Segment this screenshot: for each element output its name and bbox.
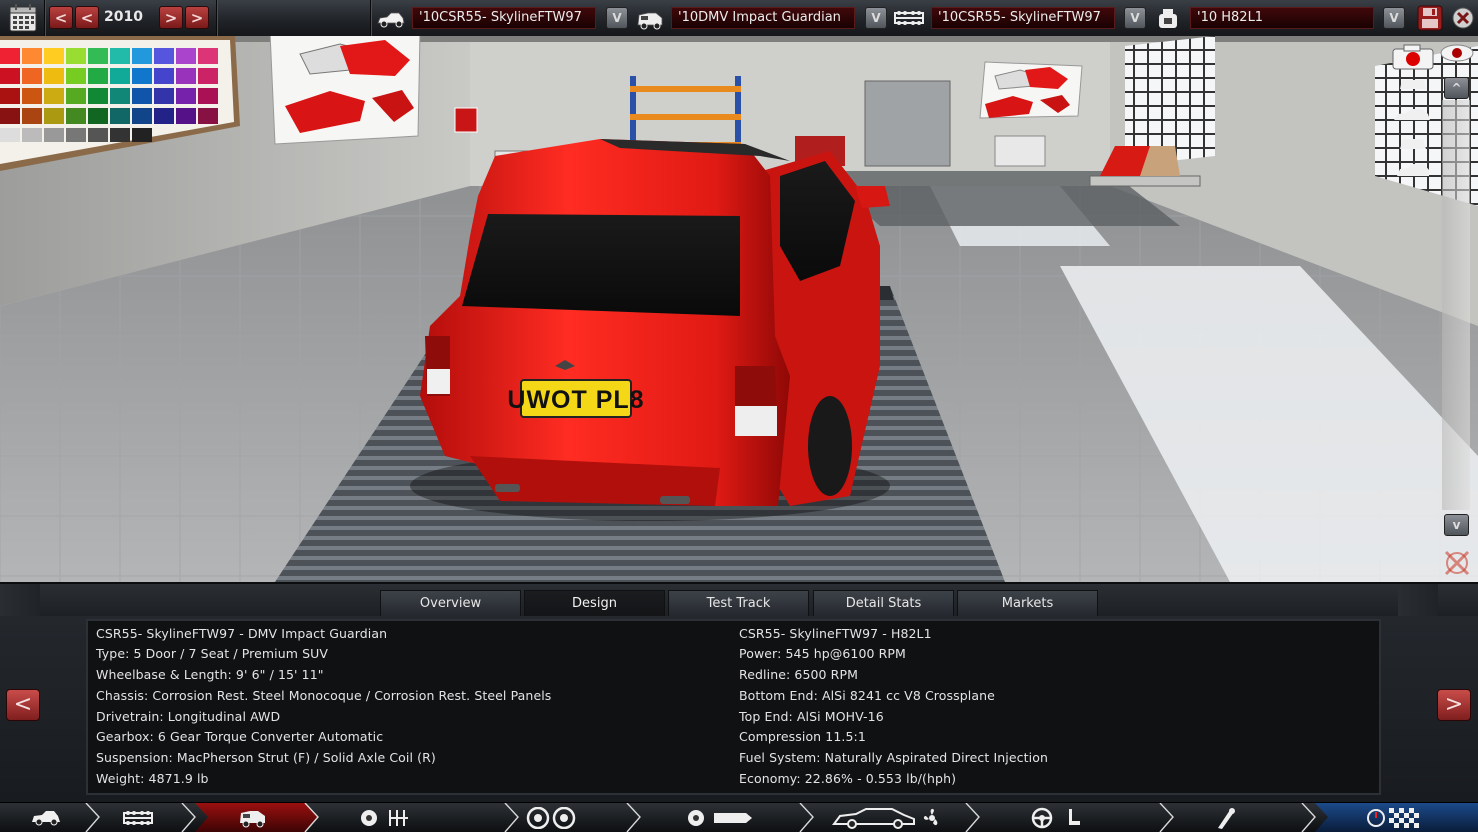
year-prev-far-button[interactable]: < [49, 6, 73, 29]
finish-flag-icon[interactable] [1389, 808, 1421, 828]
calendar-icon[interactable] [9, 4, 37, 32]
year-next-far-button[interactable]: > [185, 6, 209, 29]
year-label: 2010 [104, 9, 143, 25]
view-side-icon[interactable] [1392, 108, 1432, 124]
info-right-line: CSR55- SkylineFTW97 - H82L1 [739, 626, 932, 641]
view-scroll-up-button[interactable]: ^ [1444, 77, 1469, 99]
chassis-dropdown-button[interactable]: V [1124, 7, 1146, 29]
tab-markets[interactable]: Markets [957, 590, 1098, 618]
tab-bar: Overview Design Test Track Detail Stats … [0, 582, 1478, 618]
bottom-navigation [0, 802, 1478, 832]
info-right-line: Fuel System: Naturally Aspirated Direct … [739, 750, 1048, 765]
car-sketch-poster-right [979, 61, 1083, 119]
fuel-icon[interactable] [1212, 806, 1240, 830]
license-plate-text: UWOT PL8 [507, 386, 644, 414]
info-right-line: Bottom End: AlSi 8241 cc V8 Crossplane [739, 688, 995, 703]
info-left-line: Suspension: MacPherson Strut (F) / Solid… [96, 750, 436, 765]
garage-scene: UWOT PL8 [0, 36, 1478, 582]
car-3d-viewport[interactable]: UWOT PL8 ^ v [0, 36, 1478, 582]
steering-icon[interactable] [1030, 807, 1054, 829]
chassis-icon[interactable] [122, 810, 154, 826]
info-left-line: Drivetrain: Longitudinal AWD [96, 709, 281, 724]
fan-icon[interactable] [920, 807, 944, 829]
reset-view-icon[interactable] [1442, 548, 1472, 578]
info-left-line: Wheelbase & Length: 9' 6" / 15' 11" [96, 667, 324, 682]
info-left-line: Gearbox: 6 Gear Torque Converter Automat… [96, 729, 384, 744]
info-left-line: Chassis: Corrosion Rest. Steel Monocoque… [96, 688, 552, 703]
info-next-button[interactable]: > [1437, 689, 1471, 721]
car-icon[interactable] [30, 810, 62, 826]
year-prev-button[interactable]: < [75, 6, 99, 29]
body-icon[interactable] [238, 808, 268, 828]
fire-sign [454, 107, 478, 133]
seat-icon[interactable] [1066, 807, 1082, 829]
info-right-line: Economy: 22.86% - 0.553 lb/(hph) [739, 771, 957, 786]
info-prev-button[interactable]: < [6, 689, 40, 721]
engine-icon [1157, 7, 1179, 31]
car-design-icon[interactable] [832, 807, 916, 829]
view-scrollbar-track[interactable] [1442, 100, 1470, 510]
car-model-select[interactable]: '10CSR55- SkylineFTW97 [412, 7, 596, 29]
tab-detail-stats[interactable]: Detail Stats [813, 590, 954, 618]
info-left-line: CSR55- SkylineFTW97 - DMV Impact Guardia… [96, 626, 388, 641]
car-trim-select[interactable]: '10DMV Impact Guardian [671, 7, 855, 29]
info-right-line: Redline: 6500 RPM [739, 667, 858, 682]
wheels-icon[interactable] [526, 806, 578, 830]
info-right-line: Compression 11.5:1 [739, 729, 866, 744]
exhaust-icon[interactable] [686, 808, 756, 828]
chassis-icon [894, 10, 924, 26]
view-front-icon[interactable] [1396, 136, 1430, 152]
red-suv-model: UWOT PL8 [420, 139, 890, 506]
top-toolbar: < < 2010 > > '10CSR55- SkylineFTW97 V '1… [0, 0, 1478, 37]
year-next-button[interactable]: > [159, 6, 183, 29]
info-left-line: Type: 5 Door / 7 Seat / Premium SUV [96, 646, 329, 661]
exit-icon[interactable] [1452, 7, 1474, 29]
camera-icon[interactable] [1392, 44, 1434, 70]
view-angle-icon[interactable] [1394, 162, 1432, 180]
gauge-icon[interactable] [1366, 808, 1386, 828]
engine-gear-icon[interactable] [358, 808, 380, 828]
car-summary-box: CSR55- SkylineFTW97 - DMV Impact Guardia… [86, 619, 1381, 795]
info-right-line: Power: 545 hp@6100 RPM [739, 646, 906, 661]
gearbox-icon[interactable] [386, 808, 412, 828]
view-rear-icon[interactable] [1396, 76, 1430, 92]
save-icon[interactable] [1417, 5, 1443, 31]
car-trim-icon [636, 10, 664, 30]
view-scroll-down-button[interactable]: v [1444, 514, 1469, 536]
car-trim-dropdown-button[interactable]: V [865, 7, 887, 29]
tab-design[interactable]: Design [524, 590, 665, 618]
car-sketch-poster-left [269, 36, 421, 145]
car-model-dropdown-button[interactable]: V [606, 7, 628, 29]
info-right-line: Top End: AlSi MOHV-16 [739, 709, 884, 724]
engine-select[interactable]: '10 H82L1 [1190, 7, 1374, 29]
tab-test-track[interactable]: Test Track [668, 590, 809, 618]
info-left-line: Weight: 4871.9 lb [96, 771, 209, 786]
tab-overview[interactable]: Overview [380, 590, 521, 618]
car-model-icon [376, 11, 406, 29]
info-panel: < > CSR55- SkylineFTW97 - DMV Impact Gua… [0, 616, 1478, 802]
eye-icon[interactable] [1440, 44, 1474, 62]
engine-dropdown-button[interactable]: V [1383, 7, 1405, 29]
chassis-select[interactable]: '10CSR55- SkylineFTW97 [931, 7, 1115, 29]
